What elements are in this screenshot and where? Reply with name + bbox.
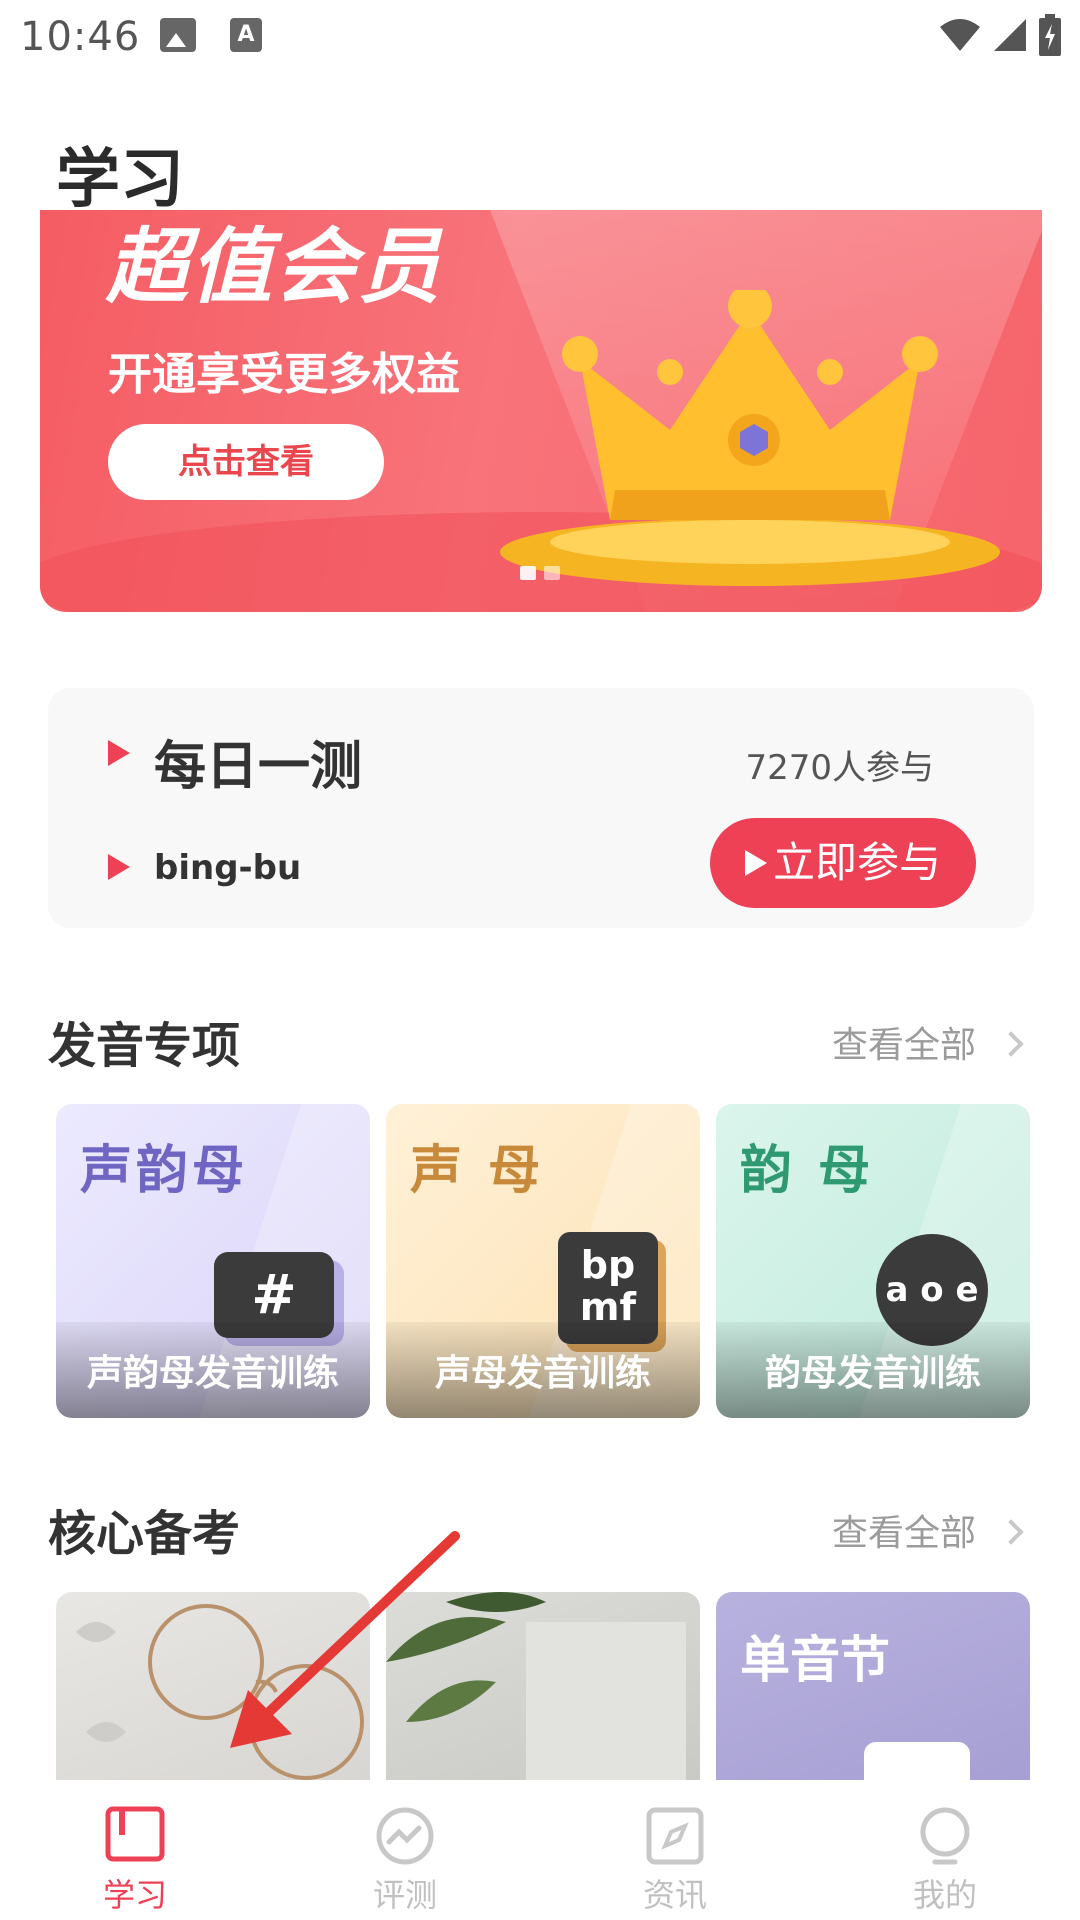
- keyboard-notification-icon: A: [230, 18, 262, 52]
- chevron-right-icon: [998, 1519, 1024, 1545]
- pronunciation-section-title: 发音专项: [48, 1018, 241, 1074]
- profile-bulb-icon: [920, 1807, 970, 1865]
- nav-tab-study[interactable]: 学习: [0, 1780, 270, 1920]
- nav-label: 评测: [372, 1876, 437, 1914]
- nav-label: 资讯: [642, 1876, 707, 1914]
- card-title: 声韵母: [80, 1141, 249, 1201]
- card-title: 单音节: [740, 1631, 890, 1689]
- finals-card[interactable]: 韵 母 a o e 韵母发音训练: [716, 1104, 1030, 1418]
- red-arrow-annotation: [230, 1531, 460, 1748]
- daily-test-card: 每日一测 7270人参与 bing-bu 立即参与: [48, 688, 1034, 928]
- banner-headline: 超值会员: [106, 220, 442, 315]
- chevron-right-icon: [998, 1031, 1024, 1057]
- view-all-label: 查看全部: [831, 1513, 976, 1554]
- initials-finals-card[interactable]: 声韵母 # 声韵母发音训练: [56, 1104, 370, 1418]
- card-label: 韵母发音训练: [764, 1353, 981, 1394]
- signal-icon: [994, 19, 1026, 51]
- evaluation-chart-icon: [376, 1807, 434, 1865]
- daily-test-word: bing-bu: [154, 848, 302, 888]
- banner-dot[interactable]: [544, 566, 560, 580]
- battery-icon: [1039, 14, 1061, 56]
- join-now-label: 立即参与: [772, 838, 941, 887]
- card-label: 声韵母发音训练: [86, 1353, 339, 1394]
- pronunciation-view-all[interactable]: 查看全部: [831, 1016, 1024, 1068]
- view-all-label: 查看全部: [831, 1025, 976, 1066]
- initials-card[interactable]: 声 母 bp mf 声母发音训练: [386, 1104, 700, 1418]
- study-book-icon: [105, 1806, 165, 1862]
- play-icon: [108, 854, 130, 880]
- card-title: 声 母: [410, 1141, 545, 1201]
- exam-prep-view-all[interactable]: 查看全部: [831, 1504, 1024, 1556]
- page-title: 学习: [56, 143, 184, 217]
- join-now-button[interactable]: 立即参与: [710, 818, 976, 908]
- crown-icon: [500, 290, 1000, 586]
- bottom-navigation: 学习 评测 资讯 我的: [0, 1780, 1080, 1920]
- gallery-notification-icon: [160, 18, 196, 52]
- banner-dot[interactable]: [520, 566, 536, 580]
- status-time: 10:46: [20, 14, 141, 60]
- participant-count: 7270人参与: [745, 748, 934, 788]
- membership-banner[interactable]: 超值会员 开通享受更多权益 点击查看: [40, 210, 1042, 612]
- nav-tab-news[interactable]: 资讯: [540, 1780, 810, 1920]
- play-icon: [108, 740, 130, 766]
- wifi-icon: [940, 19, 980, 51]
- nav-label: 学习: [102, 1876, 167, 1914]
- play-icon: [744, 849, 767, 876]
- exam-prep-section-title: 核心备考: [48, 1506, 241, 1562]
- card-label: 声母发音训练: [434, 1353, 651, 1394]
- compass-news-icon: [646, 1807, 704, 1865]
- nav-tab-evaluation[interactable]: 评测: [270, 1780, 540, 1920]
- status-bar: 10:46 A: [0, 0, 1080, 72]
- banner-subtitle: 开通享受更多权益: [108, 349, 460, 400]
- banner-view-button[interactable]: 点击查看: [108, 424, 384, 500]
- daily-test-title: 每日一测: [154, 737, 363, 797]
- card-title: 韵 母: [740, 1141, 875, 1201]
- card-inner-panel: [864, 1742, 970, 1780]
- banner-pagination: [520, 566, 560, 580]
- single-syllable-card[interactable]: 单音节: [716, 1592, 1030, 1780]
- nav-label: 我的: [912, 1876, 977, 1914]
- nav-tab-profile[interactable]: 我的: [810, 1780, 1080, 1920]
